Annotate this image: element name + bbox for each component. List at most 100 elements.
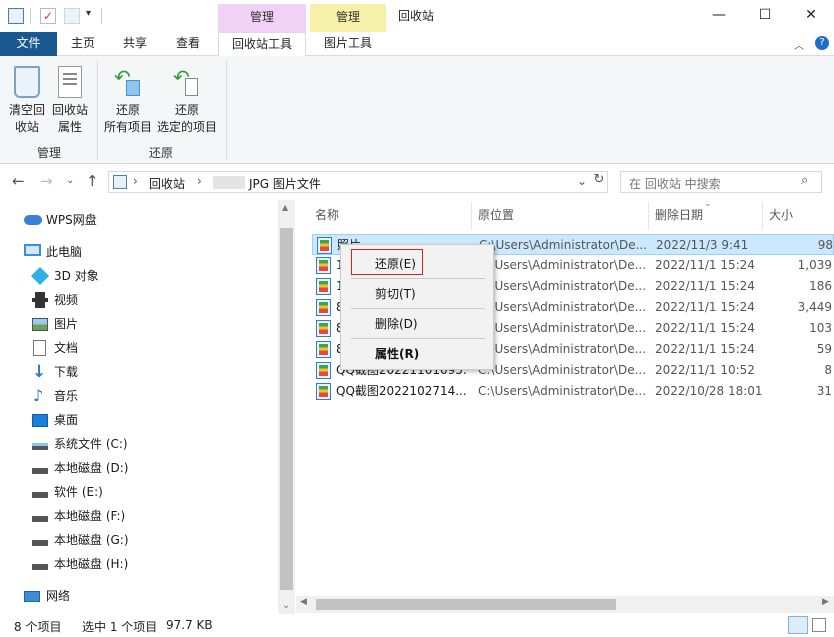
column-divider[interactable] (762, 202, 763, 230)
tab-home[interactable]: 主页 (62, 32, 104, 56)
recycle-bin-icon (113, 175, 127, 189)
tab-picture-tools[interactable]: 图片工具 (310, 32, 386, 56)
jpg-file-icon (316, 257, 331, 274)
column-header-size[interactable]: 大小 (769, 206, 793, 223)
tab-view[interactable]: 查看 (166, 32, 210, 56)
picture-icon (32, 318, 48, 331)
drive-icon (32, 564, 48, 570)
search-box[interactable]: 在 回收站 中搜索 ⌕ (620, 171, 822, 193)
drive-icon (32, 492, 48, 498)
sidebar-item-label: 下载 (54, 365, 79, 379)
refresh-icon[interactable]: ↻ (590, 172, 608, 192)
up-arrow-icon[interactable]: ↑ (86, 172, 99, 190)
file-location: C:\Users\Administrator\De... (478, 300, 647, 314)
sidebar-item-label: 3D 对象 (54, 269, 99, 283)
ribbon: 清空回 收站 回收站 属性 ↶ 还原 所有项目 ↶ 还原 选定的项目 管理 还原 (0, 56, 834, 164)
file-location: C:\Users\Administrator\De... (478, 321, 647, 335)
breadcrumb-file-type[interactable]: JPG 图片文件 (249, 175, 321, 192)
drive-icon (32, 468, 48, 474)
forward-arrow-icon[interactable]: → (40, 172, 53, 190)
sidebar-item-label: 音乐 (54, 389, 79, 403)
column-header-deleted[interactable]: 删除日期 (655, 206, 703, 223)
file-location: C:\Users\Administrator\De... (479, 238, 648, 252)
film-icon (32, 292, 48, 308)
column-header-name[interactable]: 名称 (315, 206, 339, 223)
sidebar-item-label: 系统文件 (C:) (54, 437, 128, 451)
file-deleted-date: 2022/10/28 18:01 (655, 384, 763, 398)
address-bar[interactable]: › 回收站 › JPG 图片文件 ⌄ (108, 171, 608, 193)
menu-item-properties[interactable]: 属性(R) (375, 345, 419, 362)
large-icons-view-icon[interactable] (812, 618, 826, 632)
menu-item-delete[interactable]: 删除(D) (375, 315, 418, 332)
sidebar-item-label: 桌面 (54, 413, 79, 427)
maximize-button[interactable]: ☐ (742, 0, 788, 32)
status-bar: 8 个项目 选中 1 个项目 97.7 KB (0, 614, 834, 637)
properties-check-icon[interactable]: ✓ (40, 8, 56, 24)
desktop-icon (32, 414, 48, 427)
menu-item-cut[interactable]: 剪切(T) (375, 285, 416, 302)
recent-dropdown-icon[interactable]: ⌄ (66, 175, 74, 186)
recycle-bin-properties-button[interactable]: 回收站 属性 (48, 62, 92, 136)
props-label-2: 属性 (57, 120, 82, 134)
close-button[interactable]: ✕ (788, 0, 834, 32)
music-icon: ♪ (33, 386, 44, 405)
breadcrumb-recycle-bin[interactable]: 回收站 (149, 175, 185, 192)
blurred-segment (213, 176, 245, 189)
sidebar-item-label: 本地磁盘 (F:) (54, 509, 126, 523)
properties-icon (58, 66, 82, 98)
minimize-button[interactable]: — (696, 0, 742, 32)
column-header-location[interactable]: 原位置 (478, 206, 514, 223)
restore-all-icon: ↶ (112, 66, 144, 98)
sidebar-item-label: 本地磁盘 (H:) (54, 557, 129, 571)
sidebar-item-label: 图片 (54, 317, 79, 331)
navigation-pane (0, 200, 296, 614)
file-location: C:\Users\Administrator\De... (478, 363, 647, 377)
tab-file[interactable]: 文件 (0, 32, 57, 56)
new-folder-icon[interactable] (64, 8, 80, 24)
restore-selected-label-2: 选定的项目 (156, 120, 217, 134)
search-icon[interactable]: ⌕ (801, 173, 808, 188)
sidebar-item-label: 网络 (46, 589, 71, 603)
restore-selected-button[interactable]: ↶ 还原 选定的项目 (156, 62, 218, 136)
chevron-right-icon[interactable]: › (133, 174, 138, 188)
group-manage-label: 管理 (37, 146, 62, 160)
details-view-icon[interactable] (788, 616, 808, 634)
jpg-file-icon (316, 278, 331, 295)
chevron-right-icon[interactable]: › (197, 174, 202, 188)
customize-toolbar-dropdown-icon[interactable]: ▾ (86, 8, 91, 19)
empty-recycle-bin-button[interactable]: 清空回 收站 (6, 62, 48, 136)
file-size: 1,039 (797, 258, 832, 272)
table-row[interactable]: QQ截图2022102714... C:\Users\Administrator… (312, 381, 834, 402)
item-count: 8 个项目 (14, 620, 62, 634)
selected-size: 97.7 KB (166, 618, 213, 632)
empty-label-2: 收站 (14, 120, 39, 134)
restore-all-button[interactable]: ↶ 还原 所有项目 (102, 62, 154, 136)
sidebar-item-label: 软件 (E:) (54, 485, 103, 499)
scroll-right-icon[interactable]: ▶ (822, 597, 829, 607)
window-title: 回收站 (398, 9, 435, 23)
menu-item-restore[interactable]: 还原(E) (375, 255, 416, 272)
jpg-file-icon (316, 299, 331, 316)
recycle-bin-icon (8, 8, 24, 24)
tab-recycle-bin-tools[interactable]: 回收站工具 (218, 32, 306, 57)
column-divider[interactable] (471, 202, 472, 230)
file-deleted-date: 2022/11/1 15:24 (655, 342, 755, 356)
props-label-1: 回收站 (51, 103, 88, 117)
chevron-down-icon[interactable]: ⌄ (577, 174, 587, 188)
collapse-ribbon-icon[interactable]: ︿ (794, 37, 804, 52)
horizontal-scroll-thumb[interactable] (316, 599, 616, 610)
file-size: 103 (809, 321, 832, 335)
column-divider[interactable] (648, 202, 649, 230)
file-deleted-date: 2022/11/1 15:24 (655, 300, 755, 314)
tab-share[interactable]: 共享 (114, 32, 156, 56)
scroll-up-icon[interactable]: ▲ (282, 203, 288, 212)
help-icon[interactable]: ? (815, 36, 829, 50)
search-input[interactable]: 在 回收站 中搜索 (629, 175, 721, 192)
scroll-left-icon[interactable]: ◀ (300, 597, 307, 607)
file-deleted-date: 2022/11/1 15:24 (655, 321, 755, 335)
back-arrow-icon[interactable]: ← (12, 172, 25, 190)
jpg-file-icon (316, 320, 331, 337)
file-location: C:\Users\Administrator\De... (478, 342, 647, 356)
scroll-down-icon[interactable]: ⌄ (282, 600, 290, 611)
sidebar-scroll-thumb[interactable] (280, 228, 293, 590)
